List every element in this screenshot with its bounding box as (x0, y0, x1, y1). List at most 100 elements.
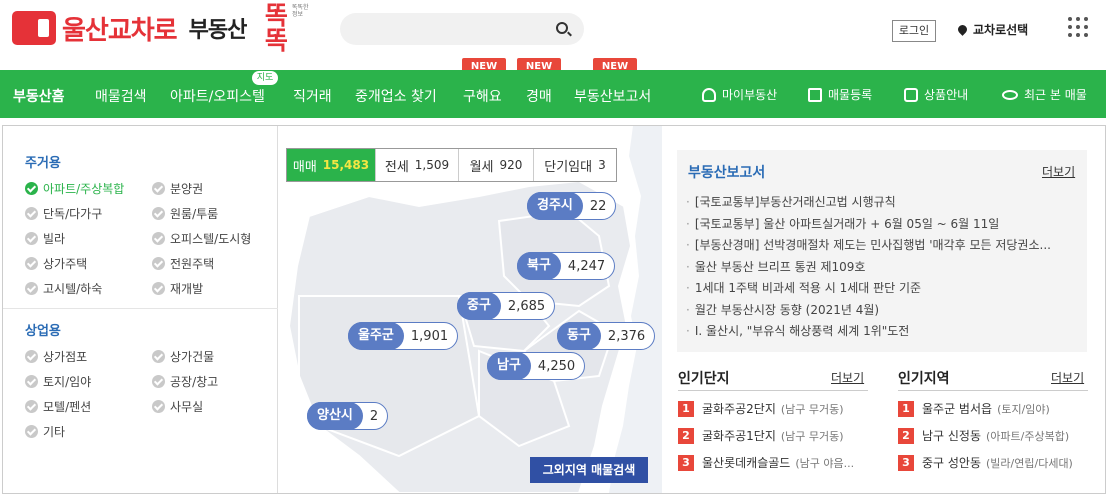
category-label: 오피스텔/도시형 (170, 232, 252, 246)
category-item[interactable]: 빌라 (25, 230, 65, 247)
category-item[interactable]: 상가점포 (25, 348, 87, 365)
all-menu-icon[interactable] (1068, 17, 1088, 37)
tab-jeonse[interactable]: 전세 1,509 (376, 149, 459, 181)
tab-short-term[interactable]: 단기임대 3 (534, 149, 616, 181)
district-name: 울주군 (348, 322, 404, 350)
rank-item[interactable]: 1 굴화주공2단지 (남구 무거동) (678, 400, 844, 417)
logo-ttuk: 똑똑 (264, 1, 288, 55)
category-item[interactable]: 분양권 (152, 180, 203, 197)
report-title[interactable]: 부동산보고서 (688, 162, 765, 182)
rank-sub: (토지/임야) (997, 402, 1050, 416)
rank-item[interactable]: 3 중구 성안동 (빌라/연립/다세대) (898, 454, 1073, 471)
nav-register[interactable]: 매물등록 (808, 86, 872, 103)
logo-icon (12, 11, 56, 45)
district-name: 북구 (517, 252, 561, 280)
region-label: 교차로선택 (973, 23, 1029, 37)
category-item[interactable]: 아파트/주상복합 (25, 180, 124, 197)
category-item[interactable]: 사무실 (152, 398, 203, 415)
popular-complex-more-link[interactable]: 더보기 (831, 369, 864, 386)
check-icon (152, 375, 165, 388)
district-yangsan[interactable]: 양산시 2 (307, 402, 389, 430)
rank-number: 3 (678, 454, 694, 471)
category-label: 사무실 (170, 400, 204, 414)
popular-region-title: 인기지역 (898, 371, 950, 387)
report-item[interactable]: [부동산경매] 선박경매절차 제도는 민사집행법 '매각후 모든 저당권소... (686, 236, 1081, 253)
nav-item-search[interactable]: 매물검색 (95, 86, 147, 106)
nav-item-home[interactable]: 부동산홈 (13, 86, 65, 106)
popular-region-more-link[interactable]: 더보기 (1051, 369, 1084, 386)
category-label: 공장/창고 (170, 375, 219, 389)
nav-item-report[interactable]: 부동산보고서 (574, 86, 651, 106)
district-count: 2,685 (507, 298, 546, 314)
category-item[interactable]: 단독/다가구 (25, 205, 102, 222)
report-item[interactable]: 울산 부동산 브리프 통권 제109호 (686, 258, 1081, 275)
category-item[interactable]: 공장/창고 (152, 373, 218, 390)
report-item[interactable]: 월간 부동산시장 동향 (2021년 4월) (686, 301, 1081, 318)
district-bukgu[interactable]: 북구 4,247 (517, 252, 616, 280)
map-badge: 지도 (252, 71, 278, 85)
district-name: 남구 (487, 352, 531, 380)
check-icon (25, 282, 38, 295)
category-label: 전원주택 (170, 257, 215, 271)
nav-products[interactable]: 상품안내 (904, 86, 968, 103)
search-input[interactable] (340, 13, 584, 45)
tab-sale[interactable]: 매매 15,483 (287, 149, 376, 181)
category-item[interactable]: 원룸/투룸 (152, 205, 218, 222)
nav-right-label: 매물등록 (828, 88, 873, 102)
tab-label: 매매 (292, 159, 317, 175)
district-gyeongju[interactable]: 경주시 22 (527, 192, 617, 220)
category-item[interactable]: 토지/임야 (25, 373, 91, 390)
region-select[interactable]: 교차로선택 (956, 21, 1029, 38)
tab-monthly[interactable]: 월세 920 (459, 149, 534, 181)
rank-item[interactable]: 2 남구 신정동 (아파트/주상복합) (898, 427, 1069, 444)
nav-item-apartment[interactable]: 아파트/오피스텔 (170, 86, 265, 106)
commercial-title: 상업용 (25, 324, 61, 339)
app-root: 울산교차로 부동산 똑똑 똑똑한 정보 로그인 교차로선택 NEW NEW NE… (0, 0, 1106, 496)
rank-item[interactable]: 3 울산롯데캐슬골드 (남구 야음... (678, 454, 854, 471)
category-item[interactable]: 상가건물 (152, 348, 214, 365)
district-namgu[interactable]: 남구 4,250 (487, 352, 586, 380)
category-item[interactable]: 전원주택 (152, 255, 214, 272)
district-name: 경주시 (527, 192, 583, 220)
report-item[interactable]: 1세대 1주택 비과세 적용 시 1세대 판단 기준 (686, 279, 1081, 296)
category-item[interactable]: 기타 (25, 423, 65, 440)
rank-sub: (남구 야음... (795, 456, 855, 470)
tab-count: 3 (598, 158, 606, 172)
category-item[interactable]: 재개발 (152, 280, 203, 297)
category-item[interactable]: 상가주택 (25, 255, 87, 272)
report-item[interactable]: Ⅰ. 울산시, "부유식 해상풍력 세계 1위"도전 (686, 322, 1081, 339)
category-label: 상가건물 (170, 350, 215, 364)
category-item[interactable]: 모텔/펜션 (25, 398, 91, 415)
search-icon[interactable] (556, 22, 568, 34)
site-logo[interactable]: 울산교차로 부동산 똑똑 (12, 3, 294, 53)
popular-complex-divider (678, 390, 868, 391)
nav-item-wanted[interactable]: 구해요 (463, 86, 502, 106)
other-region-search-button[interactable]: 그외지역 매물검색 (530, 457, 648, 483)
report-item[interactable]: [국토교통부] 울산 아파트실거래가 + 6월 05일 ~ 6월 11일 (686, 215, 1081, 232)
rank-number: 2 (678, 427, 694, 444)
nav-recent[interactable]: 최근 본 매물 (1002, 86, 1087, 103)
district-junggu[interactable]: 중구 2,685 (457, 292, 556, 320)
nav-right-label: 상품안내 (924, 88, 969, 102)
check-icon (25, 232, 38, 245)
rank-name: 남구 신정동 (922, 429, 982, 443)
nav-right-label: 최근 본 매물 (1024, 88, 1087, 102)
nav-item-direct[interactable]: 직거래 (293, 86, 332, 106)
category-label: 재개발 (170, 282, 204, 296)
check-icon (152, 282, 165, 295)
report-more-link[interactable]: 더보기 (1042, 163, 1075, 180)
logo-text: 울산교차로 (62, 15, 178, 46)
district-count: 22 (589, 198, 607, 214)
nav-my-realestate[interactable]: 마이부동산 (702, 86, 777, 103)
category-item[interactable]: 오피스텔/도시형 (152, 230, 251, 247)
nav-item-auction[interactable]: 경매 (526, 86, 552, 106)
district-uljugun[interactable]: 울주군 1,901 (348, 322, 459, 350)
category-item[interactable]: 고시텔/하숙 (25, 280, 102, 297)
login-button[interactable]: 로그인 (892, 20, 936, 42)
nav-item-agency[interactable]: 중개업소 찾기 (355, 86, 437, 106)
rank-item[interactable]: 1 울주군 범서읍 (토지/임야) (898, 400, 1050, 417)
check-icon (152, 207, 165, 220)
report-item[interactable]: [국토교통부]부동산거래신고법 시행규칙 (686, 193, 1081, 210)
rank-item[interactable]: 2 굴화주공1단지 (남구 무거동) (678, 427, 844, 444)
district-donggu[interactable]: 동구 2,376 (557, 322, 656, 350)
